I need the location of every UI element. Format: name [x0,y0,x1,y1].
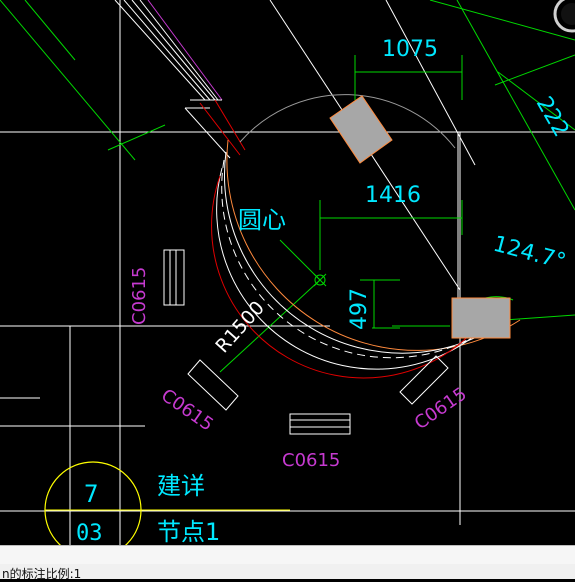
dimension-lines [319,55,575,329]
step-blocks [163,249,449,435]
label-detail-top: 建详 [157,472,205,500]
label-center: 圆心 [238,206,286,234]
status-text: n的标注比例:1 [2,567,82,581]
detail-sheet: 03 [76,521,103,545]
stair-lines [114,0,246,159]
dim-radius: R1500 [211,297,269,357]
dim-222: 222 [531,93,574,142]
dim-1416: 1416 [365,183,421,208]
circle-center-mark [313,273,327,287]
label-c0615-bottom-right: C0615 [411,383,471,434]
labels: 圆心 C0615 C0615 C0615 C0615 建详 节点1 [129,206,471,545]
status-bar: n的标注比例:1 [0,545,575,581]
dim-angle: 124.7° [490,232,568,275]
detail-number: 7 [84,480,98,508]
label-c0615-left: C0615 [129,267,150,325]
dim-497: 497 [347,288,372,330]
corner-icon[interactable] [553,0,575,33]
dimension-texts: 1075 1416 497 222 124.7° R1500 [211,37,573,357]
label-c0615-bottom: C0615 [282,450,340,471]
label-detail-bottom: 节点1 [157,518,220,545]
cad-drawing-canvas[interactable]: 7 03 1075 1416 497 222 124.7° R1500 圆心 C… [0,0,575,545]
dim-1075: 1075 [382,37,438,62]
command-line[interactable] [0,546,575,564]
